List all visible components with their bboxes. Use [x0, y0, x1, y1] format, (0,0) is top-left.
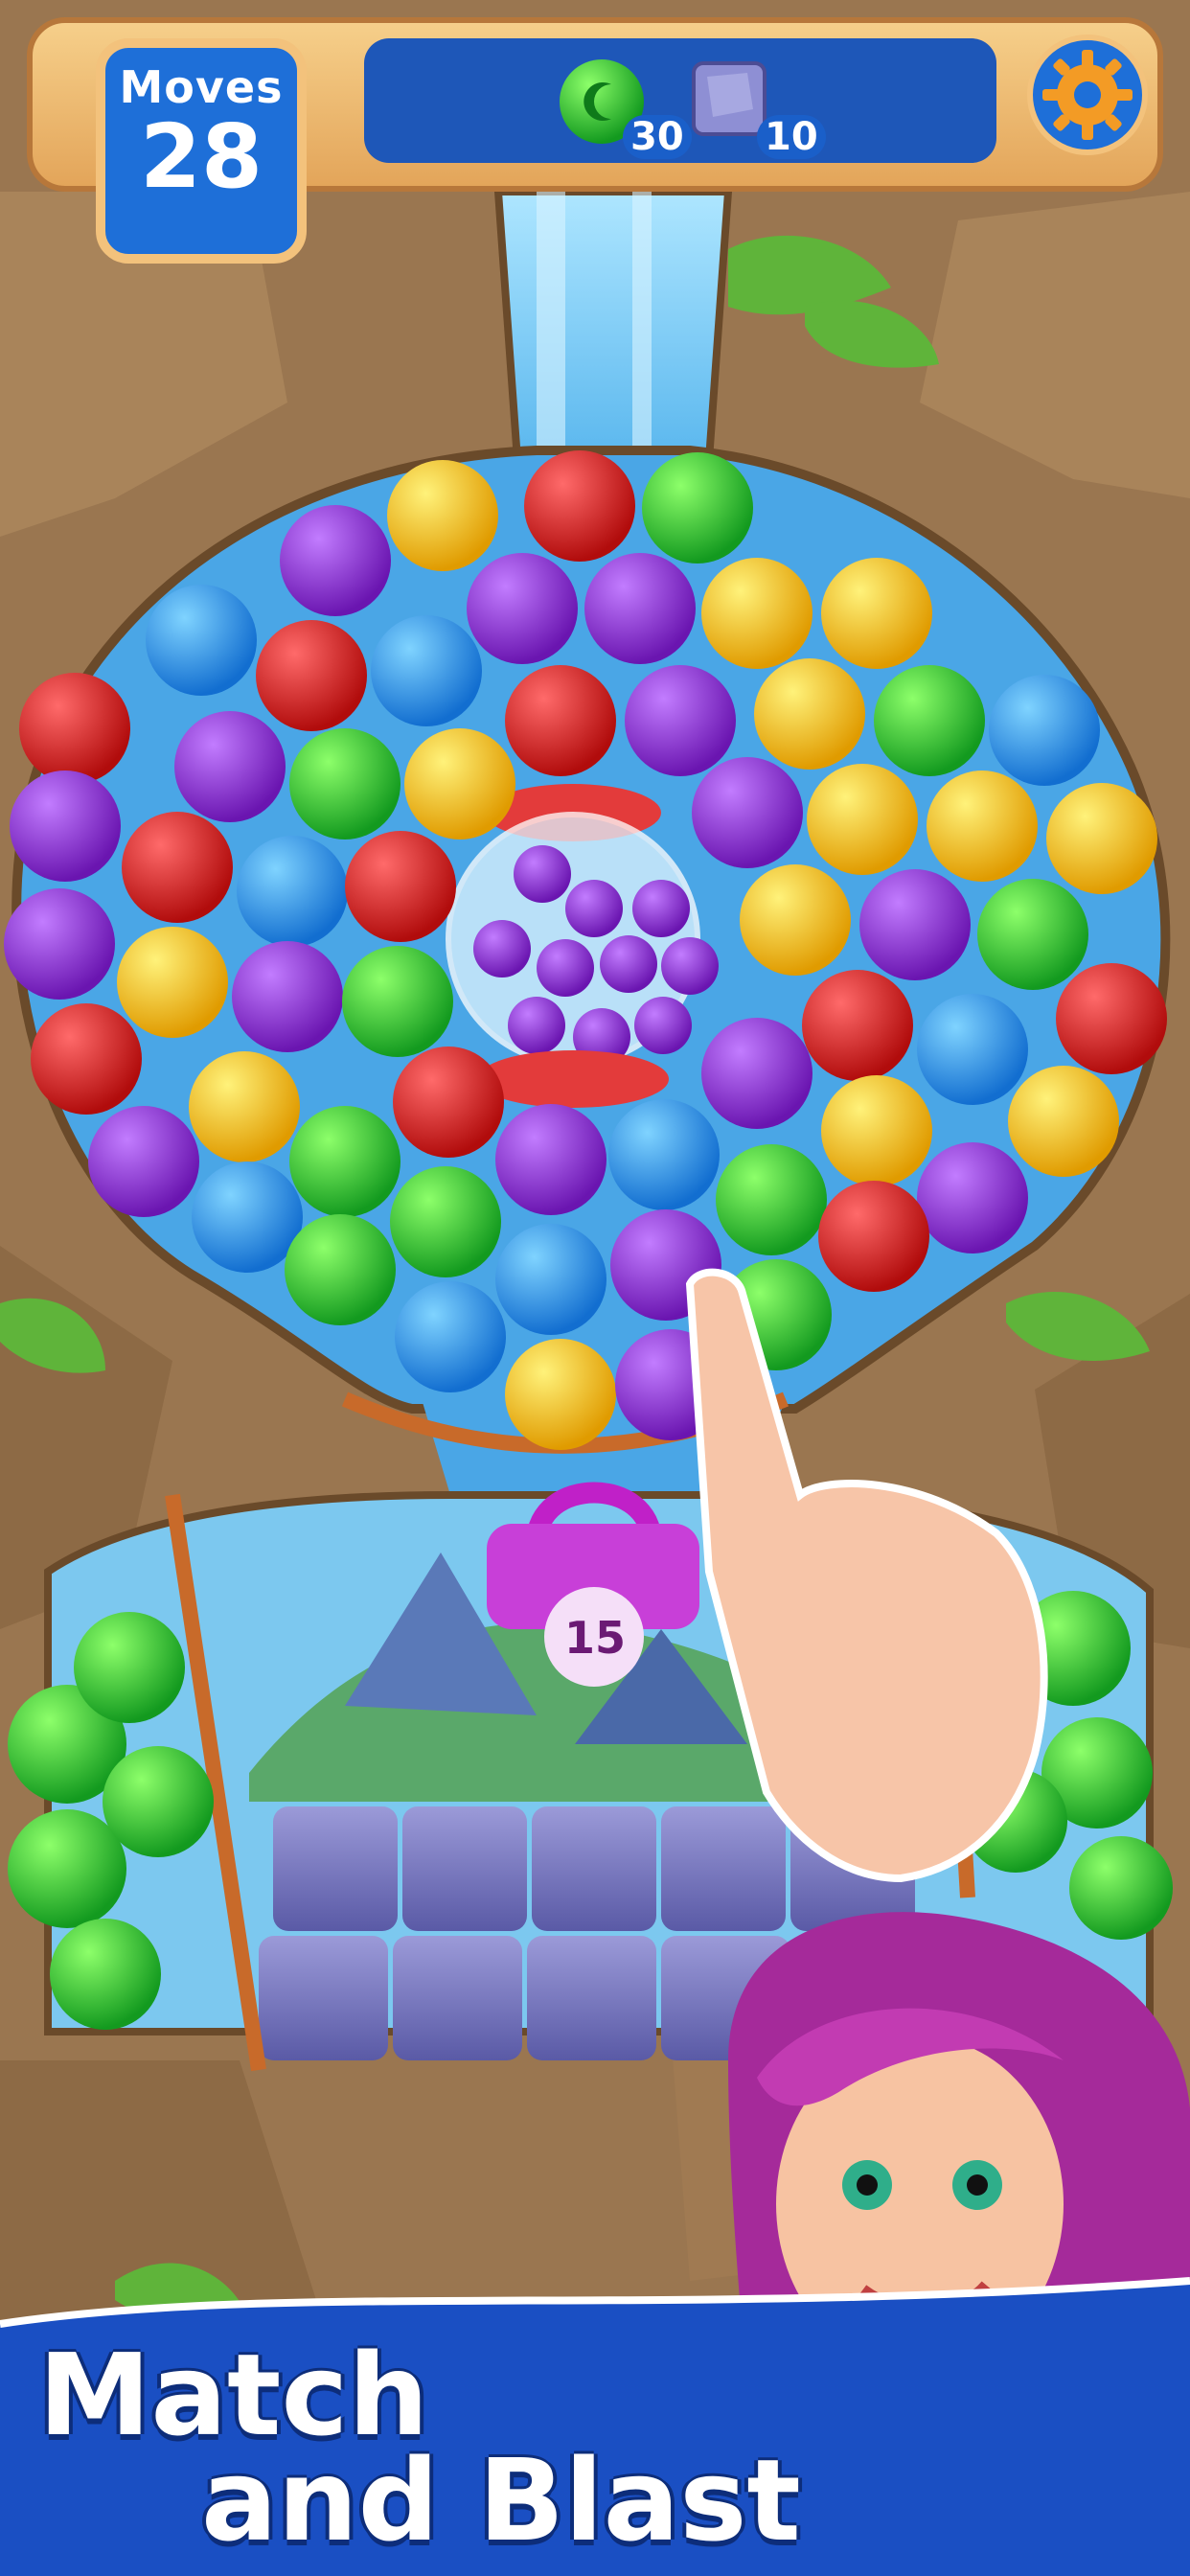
stone-block-icon [692, 61, 767, 136]
gear-icon [1042, 50, 1133, 140]
moves-value: 28 [139, 105, 263, 208]
settings-button[interactable] [1027, 34, 1148, 155]
promo-banner: Match and Blast [0, 2281, 1190, 2576]
goal-count-stone: 10 [757, 115, 826, 159]
goals-panel: 30 10 [364, 38, 996, 163]
lock-counter: 15 [563, 1612, 626, 1664]
game-scene: Moves 28 30 10 15 Match and Blast [0, 0, 1190, 2576]
goal-count-green: 30 [623, 115, 692, 159]
banner-line-2: and Blast [201, 2434, 801, 2566]
moves-counter: Moves 28 [96, 38, 307, 264]
game-board [0, 0, 1190, 2576]
